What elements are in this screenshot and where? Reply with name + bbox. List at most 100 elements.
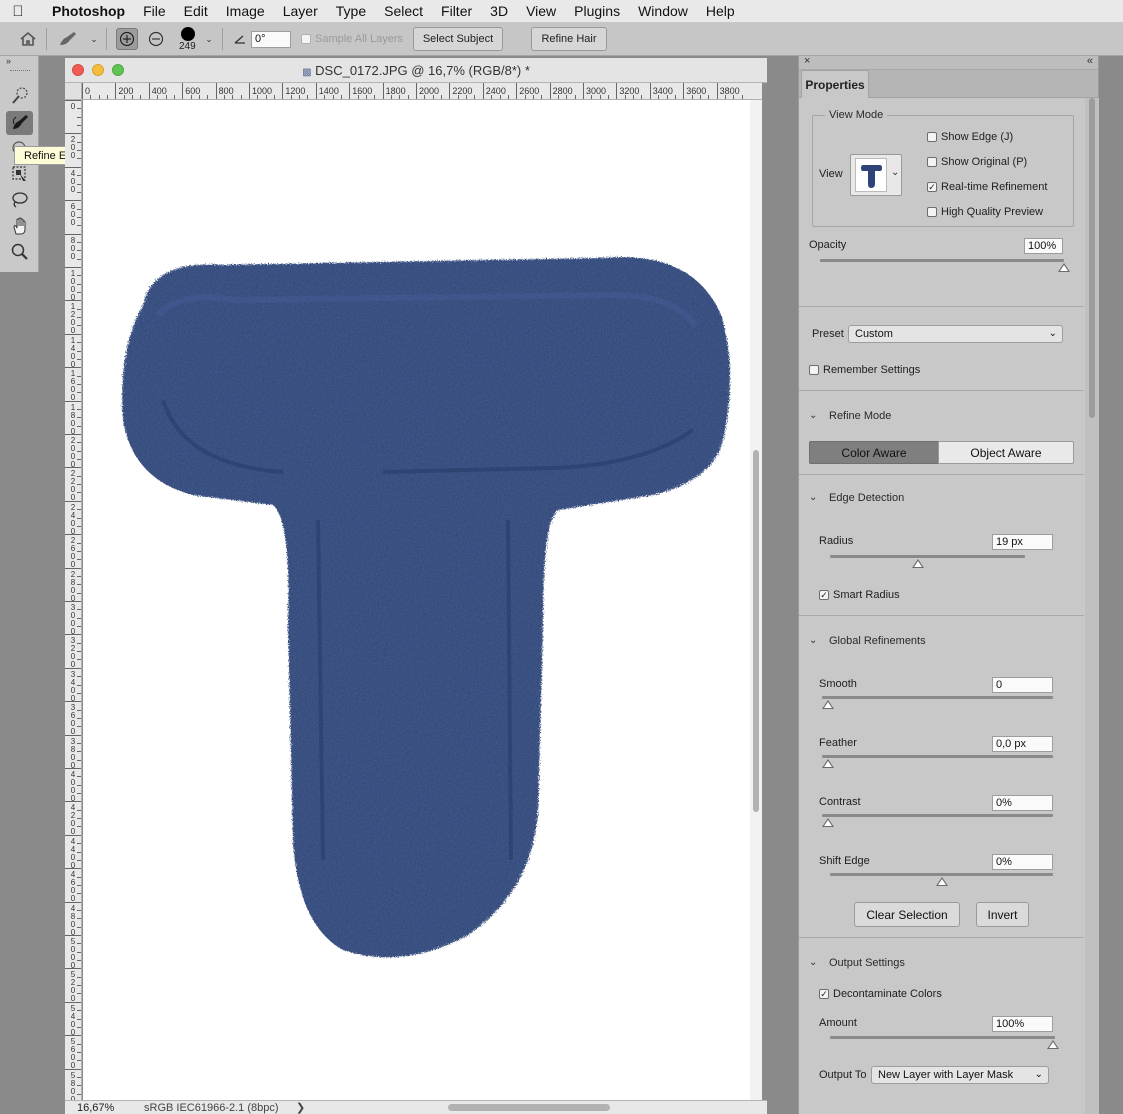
ruler-tick-label: 2400 xyxy=(485,86,506,96)
document-title-bar[interactable]: ▩ DSC_0172.JPG @ 16,7% (RGB/8*) * xyxy=(65,58,767,83)
menu-app-name[interactable]: Photoshop xyxy=(36,3,134,19)
menu-image[interactable]: Image xyxy=(217,3,274,19)
shift-edge-slider-thumb[interactable] xyxy=(935,877,948,886)
opacity-slider-thumb[interactable] xyxy=(1058,263,1070,272)
restore-edge-icon[interactable] xyxy=(145,28,167,50)
show-edge-checkbox[interactable] xyxy=(927,132,937,142)
smooth-slider-thumb[interactable] xyxy=(822,700,834,709)
menu-plugins[interactable]: Plugins xyxy=(565,3,629,19)
refine-mode-collapse-icon[interactable]: ⌄ xyxy=(809,410,817,421)
radius-input[interactable]: 19 px xyxy=(992,534,1053,550)
canvas-vertical-scrollbar[interactable] xyxy=(750,100,762,1100)
menu-bar:  Photoshop File Edit Image Layer Type S… xyxy=(0,0,1123,22)
edge-detection-collapse-icon[interactable]: ⌄ xyxy=(809,492,817,503)
radius-slider-thumb[interactable] xyxy=(911,559,924,568)
ruler-tick-label: 2600 xyxy=(519,86,540,96)
ruler-tick xyxy=(65,333,81,335)
refine-hair-button[interactable]: Refine Hair xyxy=(531,27,607,51)
smooth-slider[interactable] xyxy=(822,696,1053,699)
expand-tools-icon[interactable]: » xyxy=(6,56,11,66)
menu-filter[interactable]: Filter xyxy=(432,3,481,19)
properties-scrollbar-thumb[interactable] xyxy=(1089,98,1095,418)
zoom-level[interactable]: 16,67% xyxy=(77,1102,114,1114)
menu-edit[interactable]: Edit xyxy=(175,3,217,19)
refine-edge-brush-preset-icon[interactable] xyxy=(57,28,79,50)
contrast-slider[interactable] xyxy=(822,814,1053,817)
menu-window[interactable]: Window xyxy=(629,3,697,19)
letter-t-thumbnail-icon xyxy=(861,165,882,188)
output-to-select[interactable]: New Layer with Layer Mask ⌄ xyxy=(871,1066,1049,1084)
object-aware-button[interactable]: Object Aware xyxy=(938,441,1074,464)
refine-edge-brush-tool[interactable] xyxy=(6,111,33,135)
clear-selection-button[interactable]: Clear Selection xyxy=(854,902,960,927)
feather-label: Feather xyxy=(819,737,857,749)
ruler-tick xyxy=(77,1076,81,1078)
chevron-down-icon[interactable]: ⌄ xyxy=(83,28,105,50)
quick-selection-icon xyxy=(10,86,30,109)
feather-slider-thumb[interactable] xyxy=(822,759,834,768)
tab-properties[interactable]: Properties xyxy=(801,70,869,98)
realtime-refinement-checkbox[interactable]: ✓ xyxy=(927,182,937,192)
menu-select[interactable]: Select xyxy=(375,3,432,19)
properties-scrollbar[interactable] xyxy=(1085,98,1099,1114)
high-quality-preview-label: High Quality Preview xyxy=(941,206,1044,218)
radius-slider[interactable] xyxy=(830,555,1025,558)
sample-all-layers-checkbox[interactable] xyxy=(301,34,311,44)
collapse-panel-icon[interactable]: « xyxy=(1087,55,1093,67)
amount-slider-thumb[interactable] xyxy=(1047,1040,1059,1049)
panel-tab-row: Properties xyxy=(799,70,1098,98)
amount-input[interactable]: 100% xyxy=(992,1016,1053,1032)
high-quality-preview-checkbox[interactable] xyxy=(927,207,937,217)
menu-file[interactable]: File xyxy=(134,3,175,19)
zoom-tool[interactable] xyxy=(6,241,33,265)
status-menu-chevron-icon[interactable]: ❯ xyxy=(296,1101,305,1114)
quick-selection-tool[interactable] xyxy=(6,85,33,109)
image-canvas[interactable] xyxy=(83,100,750,1100)
preset-select[interactable]: Custom ⌄ xyxy=(848,325,1063,343)
vertical-ruler[interactable]: 0 200 400 600 800 100012001400160018002000220… xyxy=(65,100,82,1100)
opacity-input[interactable]: 100% xyxy=(1024,238,1063,254)
hand-tool[interactable] xyxy=(6,215,33,239)
scrollbar-thumb[interactable] xyxy=(753,450,759,812)
menu-view[interactable]: View xyxy=(517,3,565,19)
feather-slider[interactable] xyxy=(822,755,1053,758)
menu-type[interactable]: Type xyxy=(327,3,375,19)
smooth-input[interactable]: 0 xyxy=(992,677,1053,693)
menu-help[interactable]: Help xyxy=(697,3,744,19)
shift-edge-slider[interactable] xyxy=(830,873,1053,876)
object-selection-tool[interactable] xyxy=(6,163,33,187)
remember-settings-checkbox[interactable] xyxy=(809,365,819,375)
ruler-tick xyxy=(77,884,81,886)
close-panel-icon[interactable]: × xyxy=(804,55,810,67)
view-mode-dropdown[interactable]: ⌄ xyxy=(850,154,902,196)
select-subject-button[interactable]: Select Subject xyxy=(413,27,503,51)
angle-input[interactable]: 0° xyxy=(251,31,291,48)
apple-menu-icon[interactable]:  xyxy=(0,3,36,20)
feather-input[interactable]: 0,0 px xyxy=(992,736,1053,752)
menu-layer[interactable]: Layer xyxy=(274,3,327,19)
menu-3d[interactable]: 3D xyxy=(481,3,517,19)
brush-preview-icon[interactable] xyxy=(181,27,195,41)
output-settings-collapse-icon[interactable]: ⌄ xyxy=(809,957,817,968)
lasso-tool[interactable] xyxy=(6,189,33,213)
show-original-checkbox[interactable] xyxy=(927,157,937,167)
contrast-slider-thumb[interactable] xyxy=(822,818,834,827)
color-aware-button[interactable]: Color Aware xyxy=(809,441,939,464)
ruler-origin[interactable] xyxy=(65,83,82,100)
brush-size-chevron-icon[interactable]: ⌄ xyxy=(198,28,220,50)
home-icon[interactable] xyxy=(17,28,39,50)
contrast-input[interactable]: 0% xyxy=(992,795,1053,811)
expand-detection-icon[interactable] xyxy=(116,28,138,50)
ruler-tick xyxy=(77,1085,81,1087)
smart-radius-checkbox[interactable]: ✓ xyxy=(819,590,829,600)
horizontal-scrollbar-thumb[interactable] xyxy=(448,1104,610,1111)
horizontal-ruler[interactable]: 0 200 400 600 800 1000 1200 1400 1600 1800 2000 220… xyxy=(82,83,762,100)
amount-slider[interactable] xyxy=(830,1036,1055,1039)
panel-header[interactable]: × « xyxy=(799,55,1098,70)
global-refinements-collapse-icon[interactable]: ⌄ xyxy=(809,635,817,646)
decontaminate-colors-checkbox[interactable]: ✓ xyxy=(819,989,829,999)
panel-grip[interactable] xyxy=(10,70,30,72)
invert-button[interactable]: Invert xyxy=(976,902,1029,927)
shift-edge-input[interactable]: 0% xyxy=(992,854,1053,870)
opacity-slider[interactable] xyxy=(820,259,1064,262)
